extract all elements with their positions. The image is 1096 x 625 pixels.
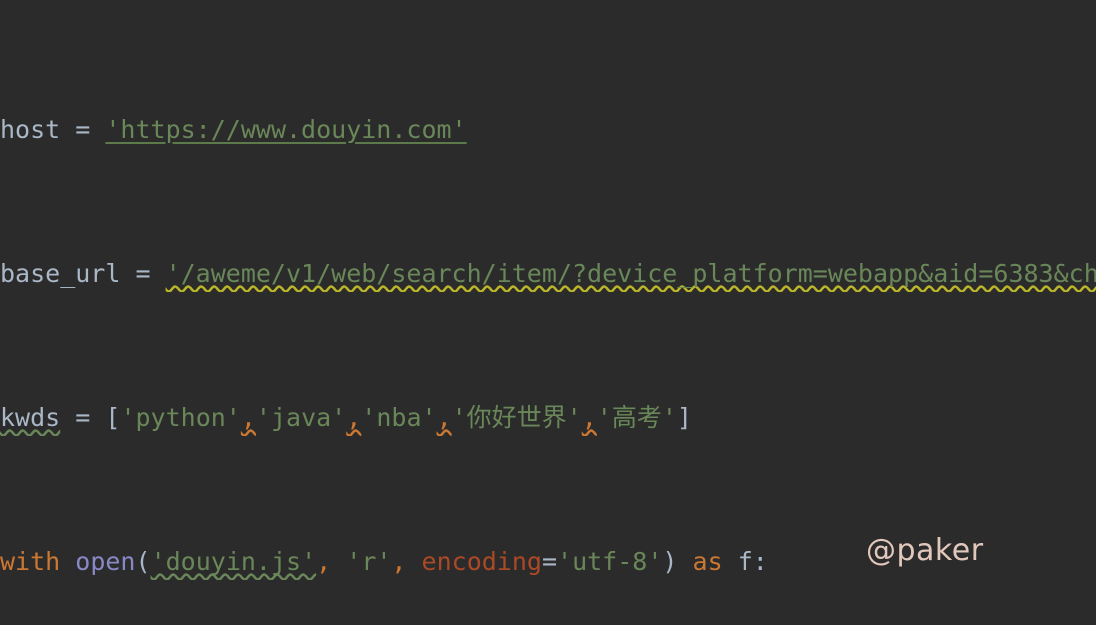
identifier-kwds: kwds (0, 403, 61, 432)
keyword-with: with (0, 547, 61, 576)
keyword-as: as (692, 547, 723, 576)
string-kwd-nba: 'nba' (361, 403, 437, 432)
string-encoding-value: 'utf-8' (557, 547, 663, 576)
named-arg-encoding: encoding (421, 547, 542, 576)
identifier-base-url: base_url (0, 259, 121, 288)
string-host-url[interactable]: 'https://www.douyin.com' (105, 115, 466, 144)
list-open-bracket: [ (105, 403, 121, 432)
comma-1: , (240, 403, 256, 432)
string-base-url-path[interactable]: '/aweme/v1/web/search/item/?device_platf… (166, 259, 1096, 288)
string-js-filename[interactable]: 'douyin.js' (151, 547, 317, 576)
string-kwd-hello-world-cn: '你好世界' (451, 403, 582, 432)
list-close-bracket: ] (676, 403, 692, 432)
code-line-1[interactable]: host = 'https://www.douyin.com' (0, 112, 1096, 148)
string-file-mode: 'r' (346, 547, 392, 576)
paren-close: ) (662, 547, 678, 576)
assign-operator: = (60, 115, 106, 144)
assign-operator: = (60, 403, 106, 432)
string-kwd-python: 'python' (120, 403, 241, 432)
string-kwd-gaokao-cn: '高考' (596, 403, 677, 432)
assign-operator: = (120, 259, 166, 288)
comma-4: , (581, 403, 597, 432)
comma-3: , (436, 403, 452, 432)
equals-sign: = (541, 547, 558, 576)
code-editor-canvas[interactable]: host = 'https://www.douyin.com' base_url… (0, 0, 1096, 625)
string-kwd-java: 'java' (255, 403, 347, 432)
code-line-4[interactable]: with open('douyin.js', 'r', encoding='ut… (0, 544, 1096, 580)
comma-1: , (316, 547, 332, 576)
identifier-f: f (737, 547, 753, 576)
code-line-2[interactable]: base_url = '/aweme/v1/web/search/item/?d… (0, 256, 1096, 292)
colon: : (752, 547, 768, 576)
code-line-3[interactable]: kwds = ['python','java','nba','你好世界','高考… (0, 400, 1096, 436)
identifier-host: host (0, 115, 61, 144)
builtin-open: open (75, 547, 136, 576)
comma-2: , (391, 547, 407, 576)
comma-2: , (346, 403, 362, 432)
code-lines-container: host = 'https://www.douyin.com' base_url… (0, 0, 1096, 625)
paren-open: ( (135, 547, 151, 576)
